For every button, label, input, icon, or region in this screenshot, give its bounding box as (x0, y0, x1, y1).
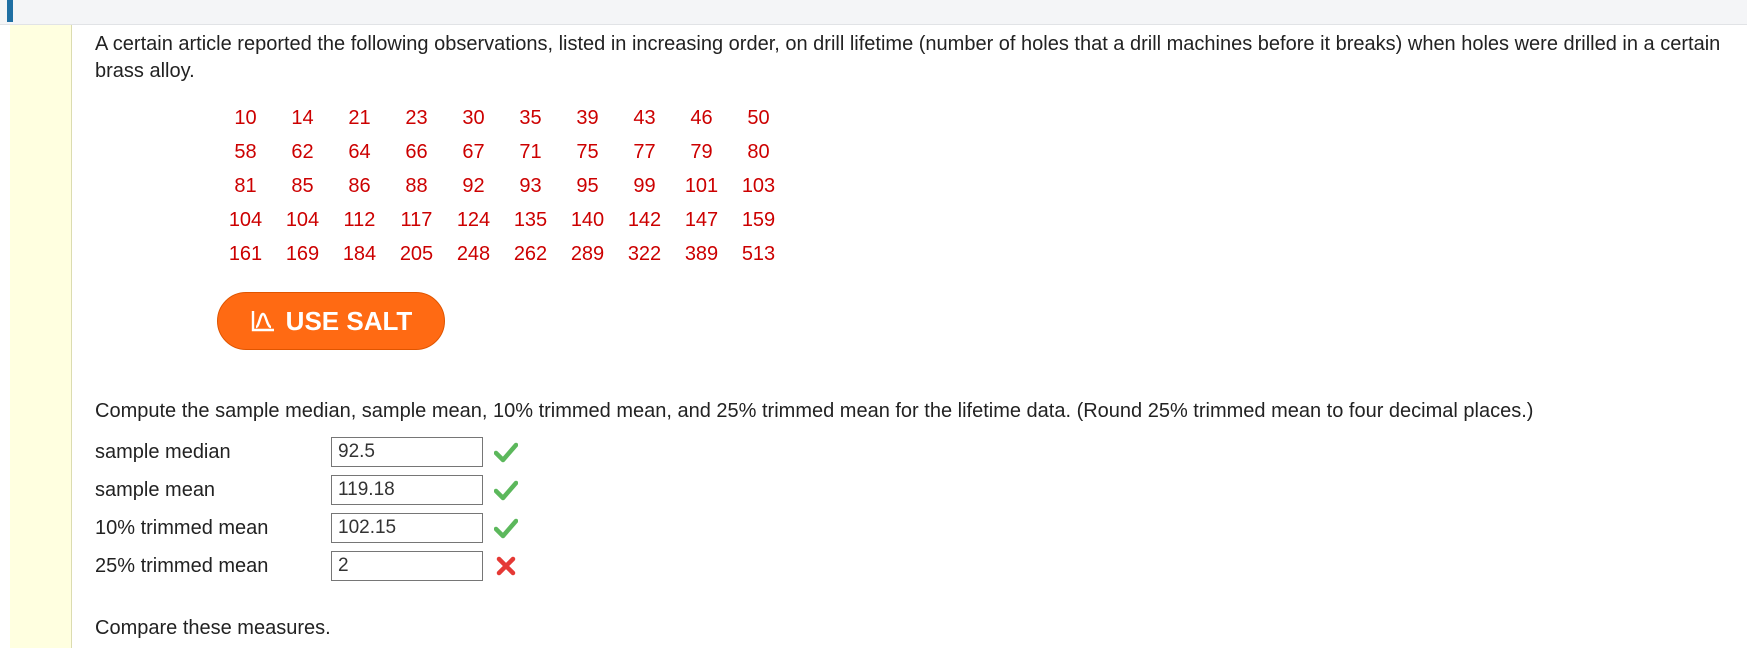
data-value: 104 (228, 208, 263, 231)
data-value: 117 (400, 208, 433, 231)
data-value: 46 (690, 106, 713, 129)
data-value: 81 (234, 174, 257, 197)
answer-label: 10% trimmed mean (95, 516, 269, 539)
checkmark-icon (491, 437, 521, 467)
checkmark-icon (491, 475, 521, 505)
data-value: 35 (519, 106, 542, 129)
data-value: 142 (627, 208, 662, 231)
data-value: 92 (462, 174, 485, 197)
data-row: 10 14 21 23 30 35 39 43 46 50 (217, 101, 787, 135)
data-value: 124 (456, 208, 491, 231)
data-value: 39 (576, 106, 599, 129)
data-row: 58 62 64 66 67 71 75 77 79 80 (217, 135, 787, 169)
data-value: 21 (348, 106, 371, 129)
data-value: 389 (684, 242, 719, 265)
data-value: 80 (747, 140, 770, 163)
question-content: A certain article reported the following… (95, 31, 1735, 640)
answer-list: sample median sample mean 10% trimmed mean… (95, 433, 1735, 585)
question-text: Compute the sample median, sample mean, … (95, 400, 1534, 422)
data-value: 147 (684, 208, 719, 231)
data-value: 75 (576, 140, 599, 163)
data-value: 77 (633, 140, 656, 163)
data-value: 161 (228, 242, 263, 265)
data-value: 71 (519, 140, 542, 163)
data-value: 93 (519, 174, 542, 197)
data-value: 99 (633, 174, 656, 197)
data-value: 262 (513, 242, 548, 265)
answer-label: 25% trimmed mean (95, 554, 269, 577)
data-value: 513 (741, 242, 776, 265)
data-value: 248 (456, 242, 491, 265)
salt-chart-icon (250, 309, 276, 333)
intro-text: A certain article reported the following… (95, 33, 1721, 82)
question-margin (10, 25, 72, 648)
top-bar-accent (7, 0, 13, 22)
data-value: 103 (741, 174, 776, 197)
data-value: 79 (690, 140, 713, 163)
answer-row: 25% trimmed mean (95, 547, 1735, 585)
answer-row: sample median (95, 433, 1735, 471)
data-value: 62 (291, 140, 314, 163)
checkmark-icon (491, 513, 521, 543)
use-salt-label: USE SALT (285, 305, 413, 336)
data-value: 205 (399, 242, 434, 265)
data-value: 184 (342, 242, 377, 265)
data-value: 10 (234, 106, 257, 129)
data-value: 169 (285, 242, 320, 265)
data-value: 101 (684, 174, 719, 197)
answer-input[interactable] (331, 475, 483, 505)
use-salt-button[interactable]: USE SALT (217, 292, 445, 350)
answer-row: 10% trimmed mean (95, 509, 1735, 547)
data-value: 322 (627, 242, 662, 265)
data-value: 140 (570, 208, 605, 231)
cross-icon (491, 551, 521, 581)
data-value: 135 (513, 208, 548, 231)
data-value: 67 (462, 140, 485, 163)
data-value: 43 (633, 106, 656, 129)
data-value: 112 (343, 208, 376, 231)
data-value: 88 (405, 174, 428, 197)
compare-text: Compare these measures. (95, 617, 331, 639)
answer-input[interactable] (331, 551, 483, 581)
data-value: 23 (405, 106, 428, 129)
data-value: 104 (285, 208, 320, 231)
data-value: 30 (462, 106, 485, 129)
data-value: 50 (747, 106, 770, 129)
data-row: 81 85 86 88 92 93 95 99 101 103 (217, 169, 787, 203)
top-bar (0, 0, 1747, 25)
data-value: 58 (234, 140, 257, 163)
answer-label: sample median (95, 440, 231, 463)
answer-label: sample mean (95, 478, 216, 501)
answer-row: sample mean (95, 471, 1735, 509)
answer-input[interactable] (331, 437, 483, 467)
data-row: 104 104 112 117 124 135 140 142 147 159 (217, 203, 787, 237)
data-value: 289 (570, 242, 605, 265)
data-value: 66 (405, 140, 428, 163)
data-value: 159 (741, 208, 776, 231)
data-value: 95 (576, 174, 599, 197)
data-value: 85 (291, 174, 314, 197)
data-table: 10 14 21 23 30 35 39 43 46 50 58 62 64 66 67 71 75 77 79 80… (217, 101, 787, 271)
data-row: 161 169 184 205 248 262 289 322 389 513 (217, 237, 787, 271)
data-value: 14 (291, 106, 314, 129)
answer-input[interactable] (331, 513, 483, 543)
data-value: 86 (348, 174, 371, 197)
data-value: 64 (348, 140, 371, 163)
